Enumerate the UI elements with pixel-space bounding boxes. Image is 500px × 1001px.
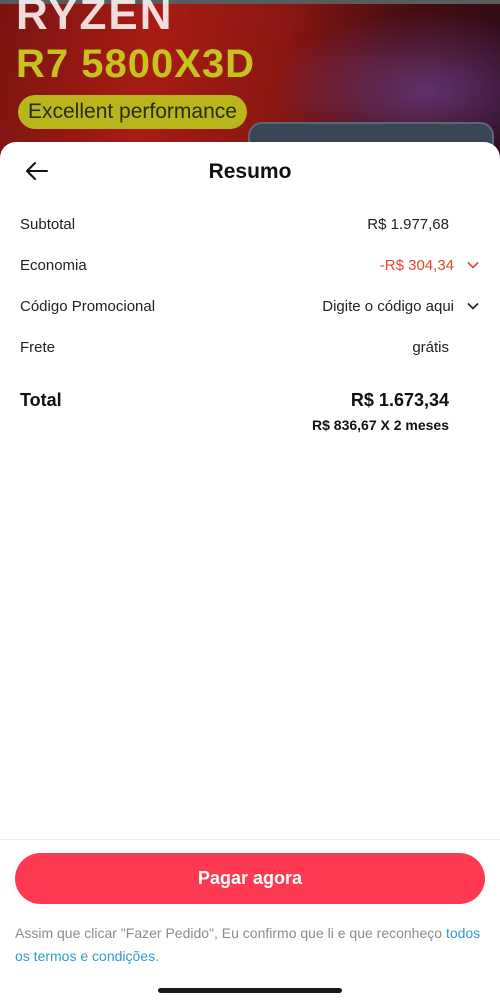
shipping-value: grátis — [412, 338, 449, 356]
savings-value: -R$ 304,34 — [379, 256, 454, 274]
installment-text: R$ 836,67 X 2 meses — [312, 417, 449, 433]
page-title: Resumo — [208, 160, 292, 183]
promo-code-input[interactable]: Digite o código aqui — [322, 298, 480, 315]
promo-code-label: Código Promocional — [20, 297, 156, 315]
savings-row[interactable]: Economia -R$ 304,34 — [20, 252, 480, 278]
shipping-label: Frete — [20, 338, 56, 356]
sheet-header: Resumo — [0, 142, 500, 206]
banner-brand: RYZEN — [16, 0, 174, 39]
total-label: Total — [20, 390, 62, 410]
total-value: R$ 1.673,34 — [350, 390, 449, 410]
subtotal-row: Subtotal R$ 1.977,68 — [20, 211, 480, 237]
chevron-down-icon[interactable] — [466, 258, 480, 272]
subtotal-value: R$ 1.977,68 — [367, 215, 449, 233]
screen: RYZEN R7 5800X3D Excellent performance R… — [0, 0, 500, 1001]
summary-sheet: Resumo Subtotal R$ 1.977,68 Economia -R$… — [0, 142, 500, 1001]
chevron-down-icon[interactable] — [466, 299, 480, 313]
terms-text: Assim que clicar "Fazer Pedido", Eu conf… — [15, 925, 446, 941]
total-amounts: R$ 1.673,34 R$ 836,67 X 2 meses — [312, 390, 449, 433]
promo-code-placeholder: Digite o código aqui — [322, 297, 454, 315]
subtotal-label: Subtotal — [20, 215, 76, 233]
pay-now-button[interactable]: Pagar agora — [15, 853, 485, 904]
shipping-row: Frete grátis — [20, 334, 480, 360]
promo-code-row[interactable]: Código Promocional Digite o código aqui — [20, 293, 480, 319]
home-indicator[interactable] — [158, 988, 342, 993]
footer-divider — [0, 839, 500, 840]
terms-notice: Assim que clicar "Fazer Pedido", Eu conf… — [15, 922, 485, 968]
banner-tagline: Excellent performance — [18, 95, 247, 129]
savings-label: Economia — [20, 256, 87, 274]
terms-end: . — [155, 948, 159, 964]
total-row: Total R$ 1.673,34 R$ 836,67 X 2 meses — [20, 390, 449, 433]
banner-model: R7 5800X3D — [16, 42, 256, 86]
savings-value-group[interactable]: -R$ 304,34 — [380, 257, 480, 274]
